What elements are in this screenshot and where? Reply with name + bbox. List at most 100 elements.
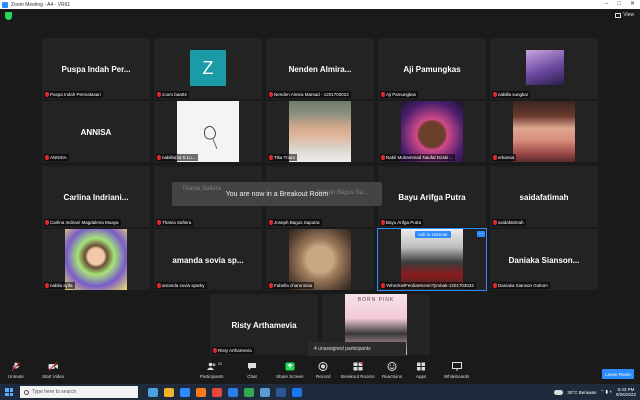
apps-button[interactable]: Apps: [416, 362, 426, 379]
participant-name-label: Tika Triani: [268, 154, 297, 161]
mail-icon[interactable]: [180, 387, 190, 397]
app-icon[interactable]: [212, 387, 222, 397]
participant-name-label: Aji Pamungkas: [380, 91, 419, 98]
video-tile[interactable]: Carlina Indriani... Carlina Indriani Mag…: [42, 166, 150, 227]
edge-icon[interactable]: [228, 387, 238, 397]
ghost-name-behind: Thania Safiera: [182, 186, 222, 192]
reactions-button[interactable]: Reactions: [382, 362, 402, 379]
search-icon: [24, 389, 29, 395]
profile-photo: [401, 229, 463, 290]
task-view-icon[interactable]: [148, 387, 158, 397]
firefox-icon[interactable]: [196, 387, 206, 397]
muted-mic-icon: [157, 220, 161, 225]
profile-photo: [289, 229, 351, 290]
video-tile[interactable]: nabilla(ita S.Lu...: [154, 101, 262, 162]
muted-mic-icon: [157, 283, 161, 288]
muted-mic-icon: [493, 220, 497, 225]
participant-display-name: Aji Pamungkas: [403, 65, 461, 74]
reactions-icon: [387, 362, 397, 371]
video-tile[interactable]: Daniaka Sianson... Daniaka Sianson Gulto…: [490, 229, 598, 290]
close-icon[interactable]: ✕: [630, 0, 635, 9]
profile-photo: [177, 101, 239, 162]
minimize-icon[interactable]: –: [605, 0, 608, 9]
video-tile[interactable]: Risty Arthamevia Risty Arthamevia: [210, 294, 318, 355]
video-tile[interactable]: Puspa Indah Per... Puspa Indah Permatasa…: [42, 38, 150, 99]
record-button[interactable]: Record: [316, 362, 331, 379]
meeting-top-bar: View: [0, 9, 640, 24]
muted-mic-icon: [493, 92, 497, 97]
tray-icons[interactable]: ⌃ ▮ ◖: [601, 389, 612, 395]
video-tile[interactable]: erkamia: [490, 101, 598, 162]
unmute-button[interactable]: Unmute: [8, 362, 24, 379]
windows-start-icon[interactable]: [5, 388, 13, 396]
participant-name-label: Puspa Indah Permatasari: [44, 91, 103, 98]
video-tile[interactable]: Nenden Almira... Nenden Almira Marsad - …: [266, 38, 374, 99]
participant-name-label: nabilla sungkar: [492, 91, 531, 98]
security-shield-icon[interactable]: [5, 12, 12, 20]
participant-display-name: Nenden Almira...: [288, 65, 352, 74]
apps-icon: [417, 362, 426, 371]
app-icon[interactable]: [292, 387, 302, 397]
video-tile[interactable]: Fabella charunnisa: [266, 229, 374, 290]
video-tile[interactable]: Aji Pamungkas Aji Pamungkas: [378, 38, 486, 99]
breakout-room-banner: Thania Safiera Joseph Bagus Sa... You ar…: [172, 182, 382, 206]
video-tile[interactable]: Bayu Arifga Putra Bayu Arifga Putra: [378, 166, 486, 227]
poster-text: BORN PINK: [357, 297, 395, 303]
whiteboards-button[interactable]: Whiteboards: [444, 362, 469, 379]
participant-name-label: Fabella charunnisa: [268, 282, 315, 289]
taskbar-search-input[interactable]: Type here to search: [20, 386, 138, 398]
video-tile[interactable]: ANNISA ANNISA: [42, 101, 150, 162]
profile-photo: [526, 50, 564, 85]
video-tile[interactable]: saidafatimah saidafatimah: [490, 166, 598, 227]
maximize-icon[interactable]: □: [617, 0, 621, 9]
clock[interactable]: 6:43 PM 9/26/2022: [616, 387, 636, 397]
share-screen-button[interactable]: Share Screen: [276, 362, 304, 379]
participant-display-name: ANNISA: [80, 128, 112, 137]
word-icon[interactable]: [276, 387, 286, 397]
zoom-window: Zoom Meeting - A4 - VR61 – □ ✕ View Pusp…: [0, 0, 640, 400]
chat-button[interactable]: Chat: [247, 362, 257, 379]
muted-mic-icon: [45, 283, 49, 288]
participant-name-label: Carlina Indriani Magdalena Muaya: [44, 219, 121, 226]
muted-mic-icon: [45, 155, 49, 160]
video-tile[interactable]: Tika Triani: [266, 101, 374, 162]
view-button[interactable]: View: [615, 12, 634, 18]
zoom-taskbar-icon[interactable]: [260, 387, 270, 397]
muted-mic-icon: [11, 362, 21, 371]
more-options-button[interactable]: ...: [477, 231, 485, 237]
video-tile[interactable]: amanda sovia sp... amanda sovia sparky: [154, 229, 262, 290]
muted-mic-icon: [381, 220, 385, 225]
video-tile[interactable]: nabila syifa: [42, 229, 150, 290]
participant-display-name: Carlina Indriani...: [63, 193, 129, 202]
participant-name-label: Joseph Bagus Saputra: [268, 219, 322, 226]
video-tile[interactable]: Z zoom baa04: [154, 38, 262, 99]
participant-name-label: Risty Arthamevia: [212, 347, 254, 354]
participants-button[interactable]: 22 Participants: [200, 361, 224, 379]
file-explorer-icon[interactable]: [164, 387, 174, 397]
windows-taskbar: Type here to search 30°C Berawan ⌃ ▮ ◖ 6…: [0, 384, 640, 400]
participant-name-label: erkamia: [492, 154, 517, 161]
participants-icon: 22: [206, 361, 222, 371]
profile-photo: [65, 229, 127, 290]
muted-mic-icon: [381, 283, 385, 288]
ask-to-unmute-button[interactable]: Ask to Unmute: [415, 231, 451, 238]
chat-icon: [248, 363, 256, 370]
meeting-toolbar: Unmute Start Video 22 Participants Chat …: [0, 360, 640, 384]
video-tile[interactable]: Nabil Muhammad Naufal Dzaki ...: [378, 101, 486, 162]
grid-view-icon: [615, 12, 622, 18]
muted-mic-icon: [45, 220, 49, 225]
whiteboard-icon: [451, 362, 462, 371]
participant-name-label: nabila syifa: [44, 282, 75, 289]
leave-room-button[interactable]: Leave Room: [602, 369, 634, 379]
unassigned-participants-popup[interactable]: 4 unassigned participants: [308, 342, 406, 356]
muted-mic-icon: [213, 348, 217, 353]
record-icon: [318, 362, 328, 371]
breakout-rooms-button[interactable]: Breakout Rooms: [341, 362, 375, 379]
video-tile[interactable]: nabilla sungkar: [490, 38, 598, 99]
muted-mic-icon: [157, 92, 161, 97]
video-tile-active[interactable]: YehezkielFerdianKevinTjimbak-1201703032: [377, 228, 487, 291]
chrome-icon[interactable]: [244, 387, 254, 397]
start-video-button[interactable]: Start Video: [42, 362, 64, 379]
breakout-rooms-icon: [353, 362, 363, 371]
participant-name-label: Bayu Arifga Putra: [380, 219, 424, 226]
